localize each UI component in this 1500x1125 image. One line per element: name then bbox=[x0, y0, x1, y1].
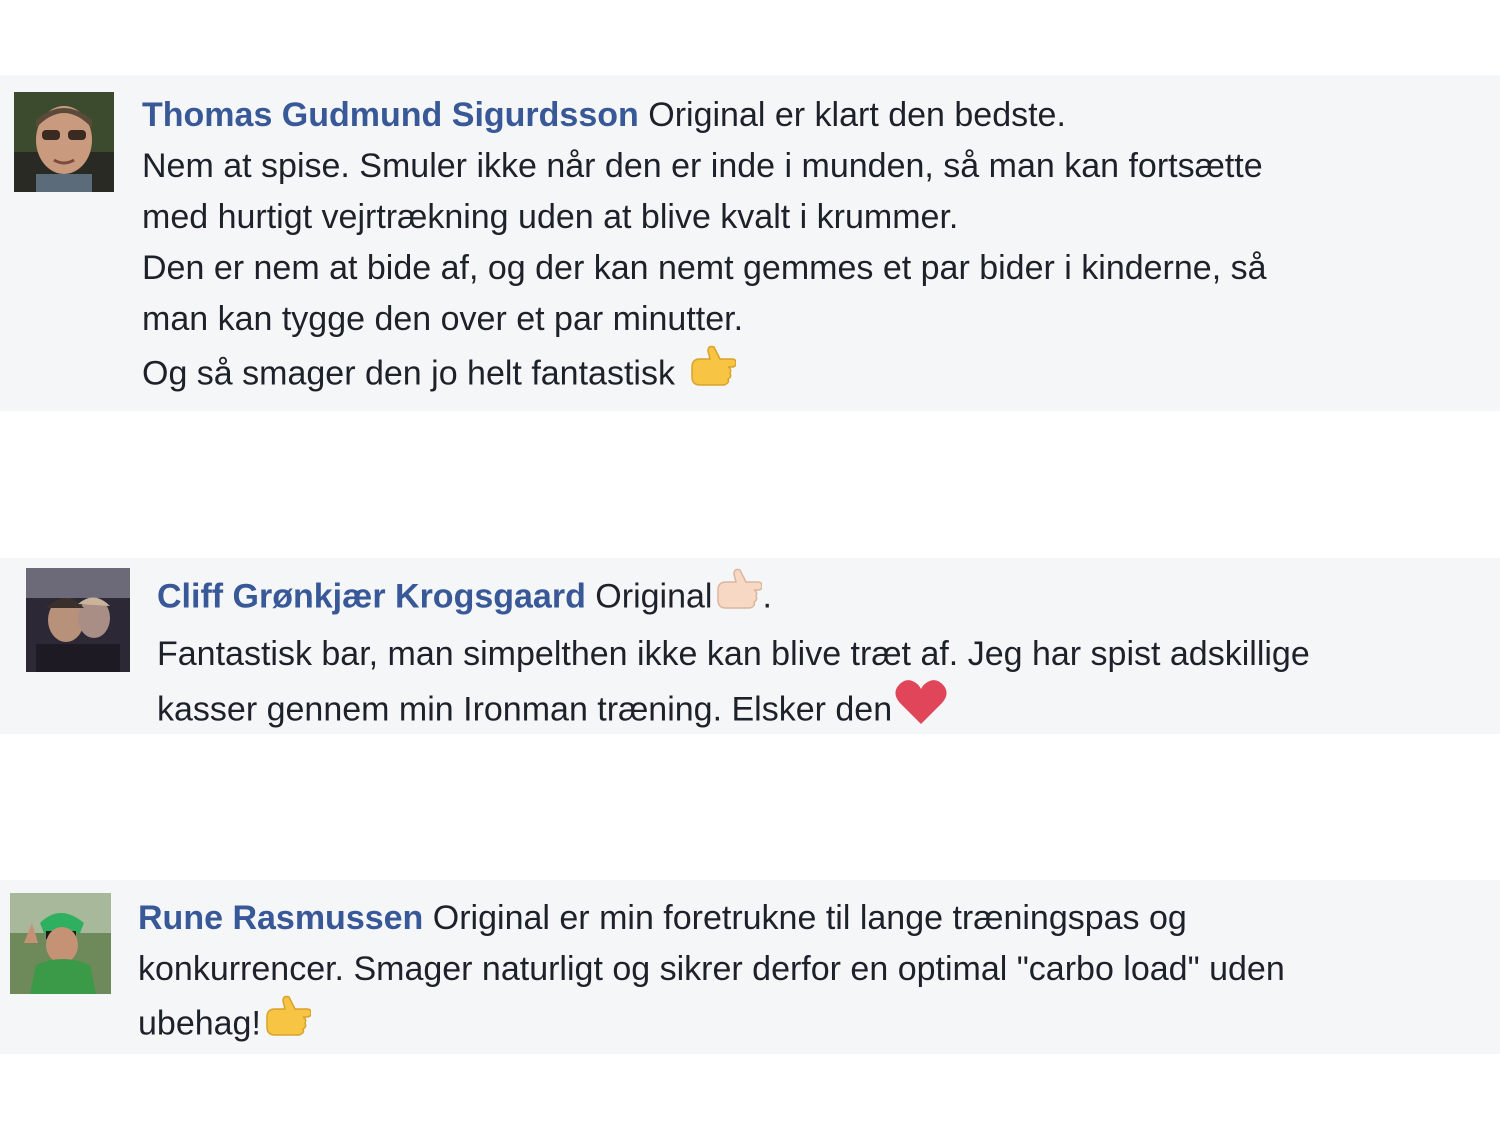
comment-text: Original bbox=[595, 577, 713, 616]
avatar[interactable] bbox=[14, 92, 114, 192]
thumbs-point-right-icon bbox=[688, 343, 738, 404]
comment-text: Original er klart den bedste. bbox=[648, 96, 1066, 134]
comment-line: Og så smager den jo helt fantastisk bbox=[142, 354, 675, 393]
comment-line: kasser gennem min Ironman træning. Elske… bbox=[157, 690, 893, 729]
comment-line: konkurrencer. Smager naturligt og sikrer… bbox=[138, 950, 1285, 988]
comment-first-line: Cliff Grønkjær Krogsgaard Original. bbox=[157, 568, 1310, 629]
comment-thomas: Thomas Gudmund Sigurdsson Original er kl… bbox=[0, 75, 1500, 411]
comment-line: med hurtigt vejrtrækning uden at blive k… bbox=[142, 198, 959, 236]
comment-body: Thomas Gudmund Sigurdsson Original er kl… bbox=[142, 90, 1267, 406]
comment-last-line: kasser gennem min Ironman træning. Elske… bbox=[157, 680, 1310, 743]
author-name-link[interactable]: Cliff Grønkjær Krogsgaard bbox=[157, 577, 586, 615]
comment-line: ubehag! bbox=[138, 1004, 261, 1043]
comment-text: Original er min foretrukne til lange træ… bbox=[432, 899, 1187, 937]
comment-body: Cliff Grønkjær Krogsgaard Original. Fant… bbox=[157, 568, 1310, 743]
heart-icon bbox=[894, 678, 948, 741]
comment-last-line: Og så smager den jo helt fantastisk bbox=[142, 345, 1267, 406]
comment-first-line: Rune Rasmussen Original er min foretrukn… bbox=[138, 893, 1285, 944]
author-name-link[interactable]: Rune Rasmussen bbox=[138, 899, 423, 937]
comment-line: Fantastisk bar, man simpelthen ikke kan … bbox=[157, 635, 1310, 673]
comment-text-suffix: . bbox=[762, 577, 772, 616]
author-name-link[interactable]: Thomas Gudmund Sigurdsson bbox=[142, 96, 639, 134]
comment-line: Nem at spise. Smuler ikke når den er ind… bbox=[142, 147, 1263, 185]
comment-line: man kan tygge den over et par minutter. bbox=[142, 300, 744, 338]
thumbs-point-right-icon bbox=[714, 566, 764, 627]
avatar[interactable] bbox=[10, 893, 111, 994]
comment-body: Rune Rasmussen Original er min foretrukn… bbox=[138, 893, 1285, 1056]
avatar[interactable] bbox=[26, 568, 130, 672]
comment-rune: Rune Rasmussen Original er min foretrukn… bbox=[0, 880, 1500, 1054]
comment-last-line: ubehag! bbox=[138, 995, 1285, 1056]
thumbs-point-right-icon bbox=[263, 993, 312, 1054]
comment-first-line: Thomas Gudmund Sigurdsson Original er kl… bbox=[142, 90, 1267, 141]
comment-cliff: Cliff Grønkjær Krogsgaard Original. Fant… bbox=[0, 558, 1500, 734]
comment-line: Den er nem at bide af, og der kan nemt g… bbox=[142, 249, 1267, 287]
